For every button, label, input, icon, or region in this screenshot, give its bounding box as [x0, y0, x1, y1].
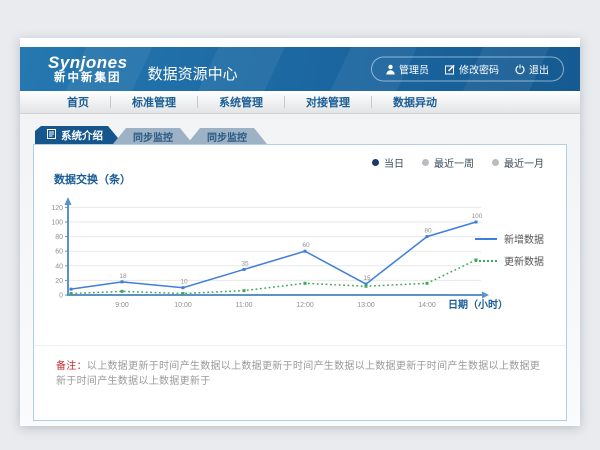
footnote-label: 备注：: [56, 361, 87, 372]
legend-label: 更新数据: [504, 253, 544, 268]
nav-item-integration-management[interactable]: 对接管理: [285, 94, 371, 110]
nav-item-home[interactable]: 首页: [46, 94, 110, 110]
user-toolbar: 管理员 修改密码 退出: [371, 57, 564, 82]
svg-text:60: 60: [302, 242, 310, 249]
y-axis-title: 数据交换（条）: [54, 171, 131, 187]
radio-last-week[interactable]: 最近一周: [422, 155, 474, 170]
change-password-button[interactable]: 修改密码: [445, 62, 499, 77]
tab-label: 同步监控: [207, 129, 247, 144]
tab-label: 同步监控: [133, 129, 173, 144]
svg-text:100: 100: [51, 220, 63, 227]
tab-label: 系统介绍: [61, 128, 103, 143]
radio-label: 最近一月: [504, 155, 544, 170]
user-name: 管理员: [399, 62, 429, 77]
tab-sync-monitor-2[interactable]: 同步监控: [187, 128, 267, 144]
legend-item-updated-data: 更新数据: [475, 253, 544, 268]
page-title: 数据资源中心: [148, 63, 238, 84]
radio-today[interactable]: 当日: [372, 155, 404, 170]
chart-panel: 当日 最近一周 最近一月 数据交换（条） 0 20 40 60 80 100 120 9:00…: [33, 144, 567, 421]
user-icon: [386, 64, 395, 74]
logout-label: 退出: [529, 62, 549, 77]
period-filter: 当日 最近一周 最近一月: [372, 155, 544, 170]
logo-wordmark: Synjones: [48, 54, 128, 72]
user-menu[interactable]: 管理员: [386, 62, 429, 77]
svg-text:10: 10: [180, 279, 188, 286]
tab-sync-monitor-1[interactable]: 同步监控: [113, 128, 193, 144]
svg-text:80: 80: [424, 228, 432, 235]
radio-dot: [422, 159, 429, 166]
nav-item-system-management[interactable]: 系统管理: [198, 94, 284, 110]
document-icon: [47, 129, 56, 142]
svg-text:80: 80: [55, 234, 63, 241]
nav-item-data-change[interactable]: 数据异动: [372, 94, 458, 110]
window-top-strip: [20, 38, 580, 47]
radio-dot-selected: [372, 159, 379, 166]
svg-text:日期（小时）: 日期（小时）: [448, 298, 508, 311]
svg-text:12:00: 12:00: [296, 302, 314, 309]
tab-bar: 系统介绍 同步监控 同步监控: [35, 126, 567, 144]
app-header: Synjones 新中新集团 数据资源中心 管理员 修改密码: [20, 47, 580, 91]
tab-system-intro[interactable]: 系统介绍: [35, 126, 123, 144]
svg-text:100: 100: [472, 213, 483, 220]
svg-text:11:00: 11:00: [236, 302, 253, 309]
legend-item-new-data: 新增数据: [475, 231, 544, 246]
logo: Synjones 新中新集团: [48, 54, 128, 84]
desktop-background: Synjones 新中新集团 数据资源中心 管理员 修改密码: [0, 0, 600, 450]
logo-company-name: 新中新集团: [48, 72, 128, 84]
svg-text:20: 20: [55, 278, 63, 285]
nav-item-standard-management[interactable]: 标准管理: [111, 94, 197, 110]
svg-text:9:00: 9:00: [115, 302, 129, 309]
app-window: Synjones 新中新集团 数据资源中心 管理员 修改密码: [20, 38, 580, 426]
svg-text:10:00: 10:00: [174, 302, 192, 309]
svg-text:35: 35: [241, 260, 249, 267]
svg-text:60: 60: [55, 249, 63, 256]
svg-text:120: 120: [51, 205, 63, 212]
edit-icon: [445, 64, 455, 74]
radio-label: 最近一周: [434, 155, 474, 170]
power-icon: [515, 64, 525, 74]
footnote: 备注：以上数据更新于时间产生数据以上数据更新于时间产生数据以上数据更新于时间产生…: [34, 345, 566, 387]
radio-last-month[interactable]: 最近一月: [492, 155, 544, 170]
radio-dot: [492, 159, 499, 166]
svg-text:13:00: 13:00: [357, 302, 375, 309]
change-password-label: 修改密码: [459, 62, 499, 77]
svg-text:15: 15: [363, 275, 371, 282]
svg-text:40: 40: [55, 263, 63, 270]
main-nav: 首页 标准管理 系统管理 对接管理 数据异动: [20, 91, 580, 114]
radio-label: 当日: [384, 155, 404, 170]
svg-text:0: 0: [59, 293, 63, 300]
legend-label: 新增数据: [504, 231, 544, 246]
footnote-text: 以上数据更新于时间产生数据以上数据更新于时间产生数据以上数据更新于时间产生数据以…: [56, 361, 540, 387]
svg-text:14:00: 14:00: [418, 302, 436, 309]
content-area: 系统介绍 同步监控 同步监控 当日 最近一周: [20, 114, 580, 426]
svg-text:18: 18: [119, 273, 127, 280]
logout-button[interactable]: 退出: [515, 62, 549, 77]
chart-legend: 新增数据 更新数据: [475, 231, 544, 268]
legend-swatch-green-dotted: [475, 260, 497, 262]
legend-swatch-blue-solid: [475, 238, 497, 240]
